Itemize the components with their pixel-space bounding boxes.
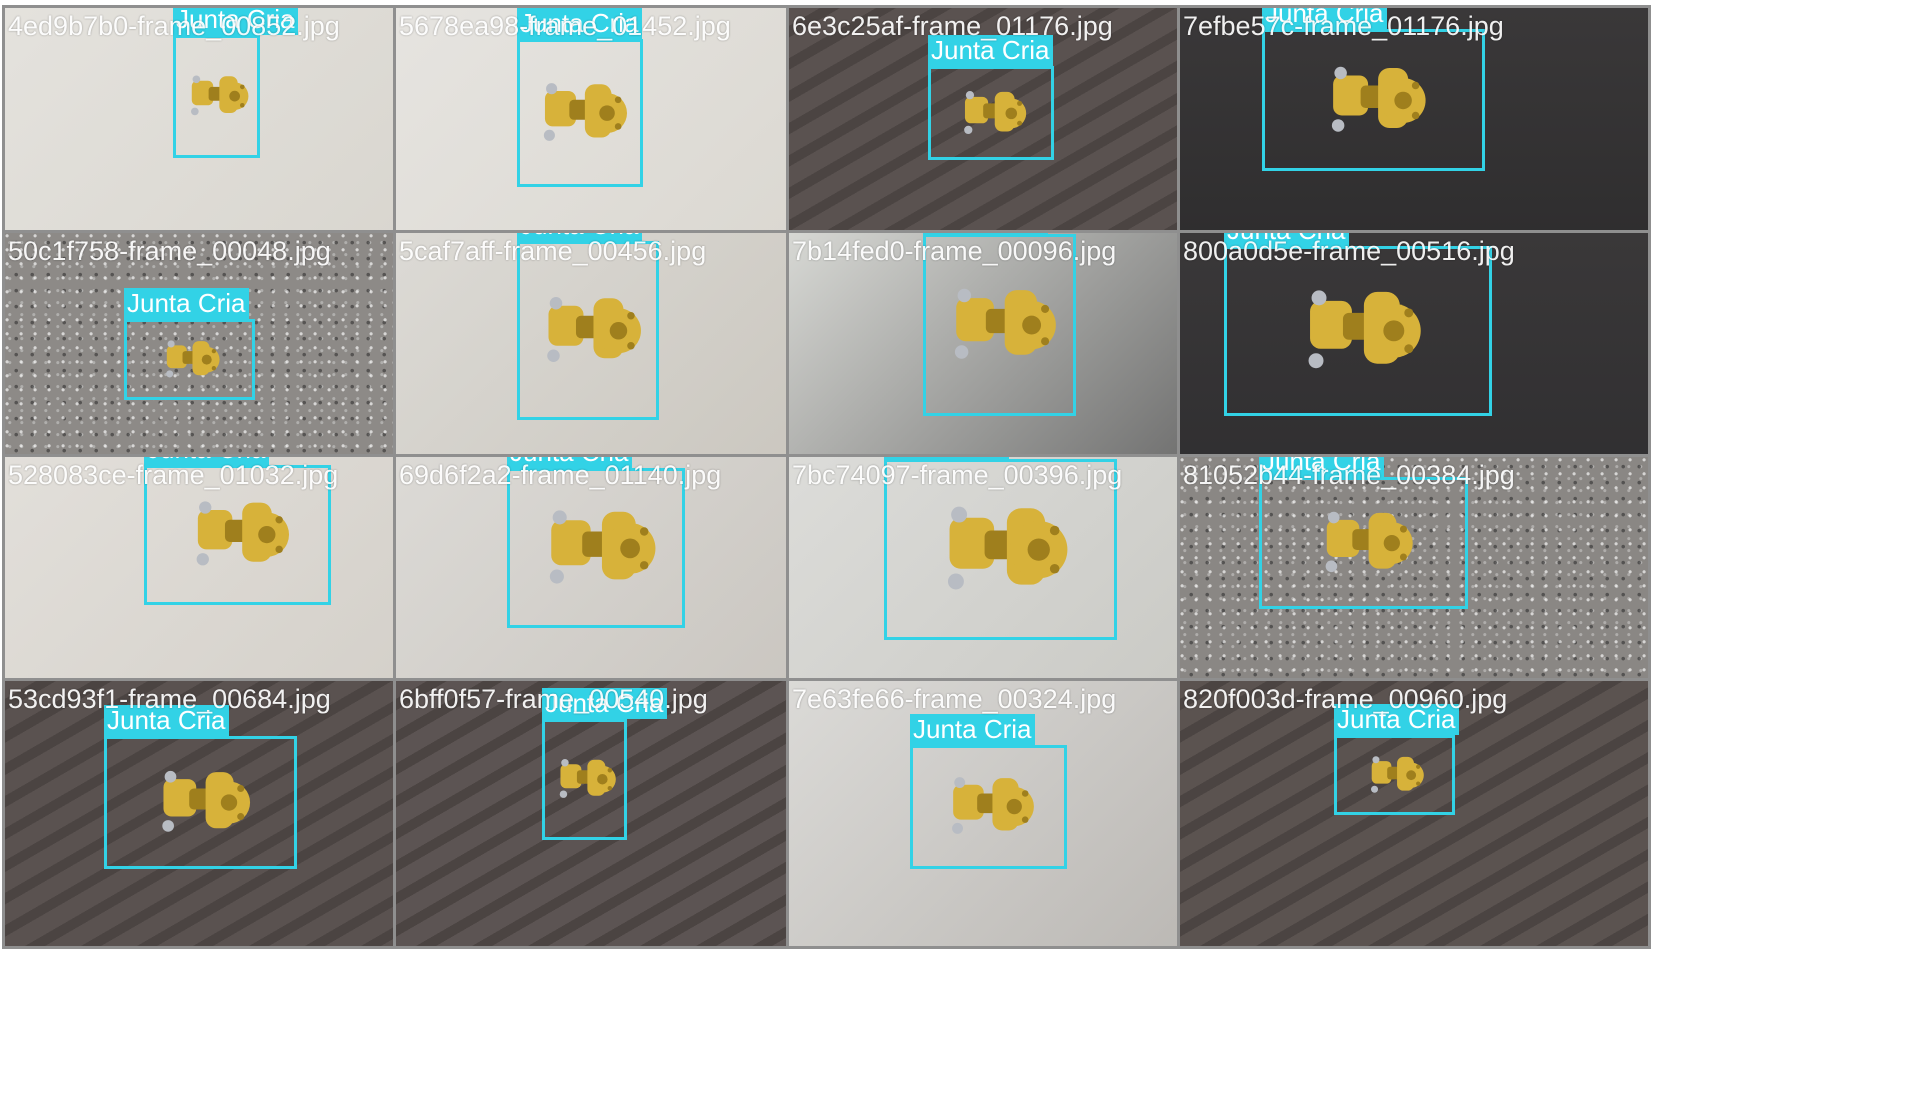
- detection-label: Junta Cria: [910, 714, 1035, 745]
- detection-box: Junta Cria: [124, 288, 255, 400]
- tile-filename: 7b14fed0-frame_00096.jpg: [792, 236, 1117, 266]
- tile-filename: 528083ce-frame_01032.jpg: [8, 460, 339, 490]
- detection-box: Junta Cria: [507, 457, 685, 628]
- detection-box: Junta Cria: [104, 705, 297, 869]
- detection-label: Junta Cria: [124, 288, 249, 319]
- tile-filename: 7efbe57c-frame_01176.jpg: [1183, 11, 1504, 41]
- tile-filename: 4ed9b7b0-frame_00852.jpg: [8, 11, 340, 41]
- tile-filename: 69d6f2a2-frame_01140.jpg: [399, 460, 722, 490]
- detection-box: Junta Cria: [542, 688, 667, 840]
- detection-box: Junta Cria: [928, 35, 1054, 160]
- tile-filename: 7bc74097-frame_00396.jpg: [792, 460, 1123, 490]
- tile-filename: 7e63fe66-frame_00324.jpg: [792, 684, 1117, 714]
- tile-filename: 6e3c25af-frame_01176.jpg: [792, 11, 1113, 41]
- detection-box: Junta Cria: [910, 714, 1067, 869]
- detection-box: Junta Cria: [1334, 704, 1459, 815]
- tile-filename: 5678ea98-frame_01452.jpg: [399, 11, 731, 41]
- tile-filename: 81052b44-frame_00384.jpg: [1183, 460, 1515, 490]
- detection-box: Junta Cria: [1262, 8, 1485, 171]
- detection-box: Junta Cria: [1224, 233, 1492, 416]
- tile-filename: 50c1f758-frame_00048.jpg: [8, 236, 331, 266]
- detection-box: Junta Cria: [517, 8, 643, 187]
- tile-filename: 820f003d-frame_00960.jpg: [1183, 684, 1508, 714]
- detection-box: Junta Cria: [173, 8, 298, 158]
- tile-filename: 6bff0f57-frame_00540.jpg: [399, 684, 708, 714]
- detection-box: Junta Cria: [1259, 457, 1468, 609]
- tile-filename: 800a0d5e-frame_00516.jpg: [1183, 236, 1515, 266]
- image-grid: 4ed9b7b0-frame_00852.jpg Junta Cria 5678ea…: [0, 0, 1920, 1100]
- tile-filename: 5caf7aff-frame_00456.jpg: [399, 236, 707, 266]
- tile-filename: 53cd93f1-frame_00684.jpg: [8, 684, 331, 714]
- image-tile[interactable]: 820f003d-frame_00960.jpg Junta Cria: [1177, 678, 1651, 949]
